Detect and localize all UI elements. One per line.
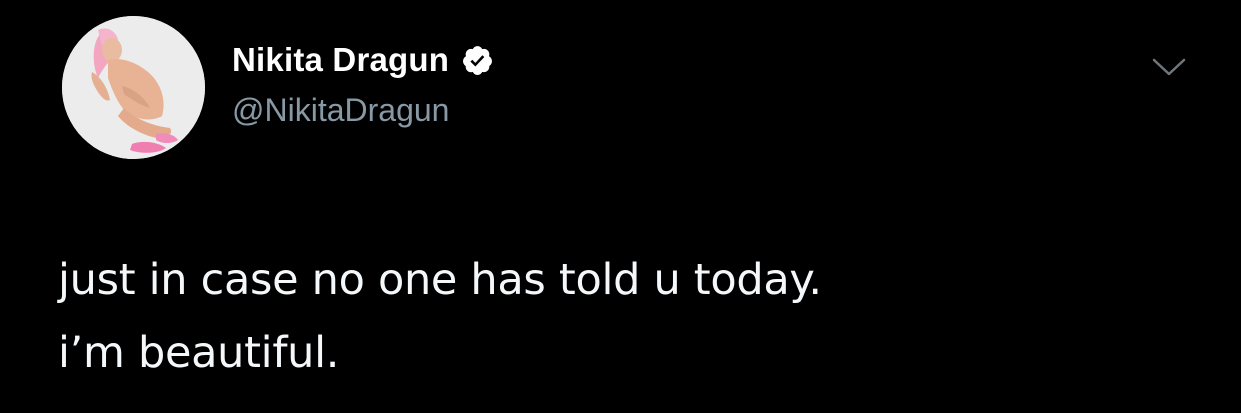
author-avatar[interactable] bbox=[62, 16, 205, 159]
tweet-text-line: i’m beautiful. bbox=[58, 328, 340, 378]
chevron-down-icon[interactable] bbox=[1150, 55, 1188, 79]
verified-badge-icon bbox=[461, 44, 494, 77]
author-handle[interactable]: @NikitaDragun bbox=[232, 92, 449, 129]
author-name-row[interactable]: Nikita Dragun bbox=[232, 38, 494, 82]
avatar-photo bbox=[62, 16, 205, 159]
tweet-card: Nikita Dragun @NikitaDragun just in case… bbox=[0, 0, 1241, 413]
author-display-name[interactable]: Nikita Dragun bbox=[232, 41, 449, 79]
tweet-text-line: just in case no one has told u today. bbox=[58, 255, 822, 305]
tweet-text: just in case no one has told u today. i’… bbox=[58, 244, 1208, 390]
